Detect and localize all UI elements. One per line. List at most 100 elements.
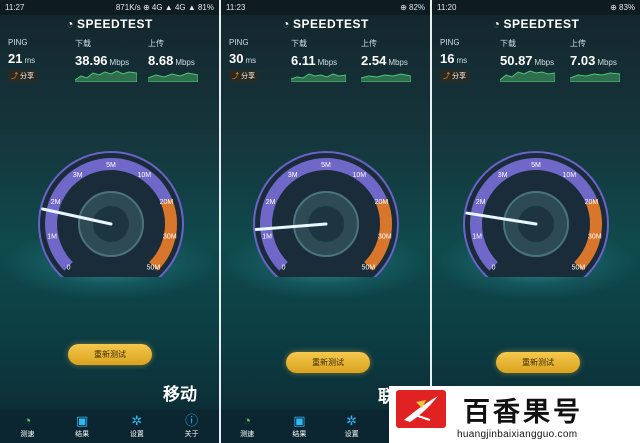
nav-speedtest[interactable]: ◔测速	[0, 410, 55, 443]
gauge-tick-label: 5M	[106, 162, 116, 169]
gauge-tick-label: 0	[492, 264, 496, 271]
gauge-icon: ◔	[66, 17, 74, 31]
screen-panel-2: 11:23 ⊕ 82% ◔ SPEEDTEST PING 30 ms ⤴ 分享 下载 …	[221, 0, 430, 443]
download-metric: 下载 50.87 Mbps	[500, 39, 555, 68]
upload-value: 7.03	[570, 53, 596, 68]
nav-about[interactable]: ⓘ关于	[164, 410, 219, 443]
gauge-tick-label: 5M	[321, 162, 331, 169]
folder-icon: ▣	[75, 413, 89, 428]
gauge-tick-label: 50M	[147, 264, 161, 271]
app-logo: ◔ SPEEDTEST	[492, 17, 580, 31]
ping-metric: PING 16 ms	[440, 38, 468, 66]
retest-button[interactable]: 重新测试	[496, 352, 580, 373]
ping-value: 21	[8, 51, 23, 66]
watermark-title: 百香果号	[463, 397, 583, 428]
ping-metric: PING 21 ms	[8, 38, 36, 66]
gauge-tick-label: 1M	[472, 234, 482, 241]
carrier-label: 移动	[163, 385, 197, 404]
share-icon: ⤴	[11, 73, 18, 80]
speed-gauge: 0 1M 2M 3M 5M 10M 20M 30M 50M	[463, 151, 609, 277]
ping-metric: PING 30 ms	[229, 38, 257, 66]
gauge-tick-label: 50M	[362, 264, 376, 271]
download-sparkline	[291, 73, 346, 82]
gauge-tick-label: 2M	[51, 199, 61, 206]
info-icon: ⓘ	[185, 413, 199, 428]
gauge-tick-label: 10M	[353, 172, 367, 179]
download-metric: 下载 38.96 Mbps	[75, 39, 130, 68]
status-time: 11:23	[226, 3, 246, 12]
download-label: 下载	[500, 39, 516, 48]
screen-panel-1: 11:27 871K/s ⊕ 4G ▲ 4G ▲ 81% ◔ SPEEDTEST …	[0, 0, 219, 443]
gauge-tick-label: 30M	[163, 234, 177, 241]
retest-button[interactable]: 重新测试	[68, 344, 152, 365]
download-sparkline	[500, 70, 555, 82]
speedometer-icon: ◔	[23, 413, 32, 428]
ping-value: 30	[229, 51, 244, 66]
upload-label: 上传	[361, 39, 377, 48]
gauge-tick-label: 20M	[585, 199, 599, 206]
download-label: 下载	[291, 39, 307, 48]
gauge-tick-label: 3M	[73, 172, 83, 179]
upload-metric: 上传 8.68 Mbps	[148, 39, 195, 68]
download-value: 6.11	[291, 53, 316, 68]
folder-icon: ▣	[293, 413, 306, 428]
watermark-logo	[396, 390, 446, 428]
speedometer-icon: ◔	[243, 413, 252, 428]
download-label: 下载	[75, 39, 91, 48]
gauge-icon: ◔	[282, 17, 290, 31]
upload-label: 上传	[570, 39, 586, 48]
watermark-url: huangjinbaixiangguo.com	[457, 429, 578, 440]
upload-metric: 上传 2.54 Mbps	[361, 39, 408, 68]
share-button[interactable]: ⤴ 分享	[440, 70, 469, 82]
share-icon: ⤴	[232, 73, 239, 80]
ping-value: 16	[440, 51, 455, 66]
download-value: 50.87	[500, 53, 533, 68]
retest-button[interactable]: 重新测试	[286, 352, 370, 373]
nav-results[interactable]: ▣结果	[55, 410, 110, 443]
gauge-tick-label: 20M	[160, 199, 174, 206]
gauge-tick-label: 3M	[498, 172, 508, 179]
screen-panel-3: 11:20 ⊕ 83% ◔ SPEEDTEST PING 16 ms ⤴ 分享 下载 …	[432, 0, 640, 443]
upload-value: 8.68	[148, 53, 174, 68]
app-logo: ◔ SPEEDTEST	[66, 17, 153, 31]
gauge-tick-label: 20M	[375, 199, 389, 206]
gauge-tick-label: 0	[282, 264, 286, 271]
nav-results[interactable]: ▣结果	[273, 410, 325, 443]
nav-speedtest[interactable]: ◔测速	[221, 410, 273, 443]
ping-label: PING	[8, 38, 28, 47]
status-indicators: 871K/s ⊕ 4G ▲ 4G ▲ 81%	[115, 3, 214, 12]
gauge-tick-label: 30M	[588, 234, 602, 241]
share-icon: ⤴	[443, 73, 450, 80]
gear-icon: ✲	[131, 413, 143, 428]
upload-sparkline	[361, 73, 411, 82]
status-bar: 11:23 ⊕ 82%	[221, 0, 430, 15]
upload-value: 2.54	[361, 53, 387, 68]
bottom-nav: ◔测速 ▣结果 ✲设置 ⓘ关于	[0, 410, 219, 443]
share-button[interactable]: ⤴ 分享	[229, 70, 258, 82]
nav-settings[interactable]: ✲设置	[326, 410, 378, 443]
share-button[interactable]: ⤴ 分享	[8, 70, 37, 82]
gauge-tick-label: 2M	[476, 199, 486, 206]
gauge-tick-label: 30M	[378, 234, 392, 241]
gauge-tick-label: 5M	[531, 162, 541, 169]
download-value: 38.96	[75, 53, 108, 68]
gauge-tick-label: 50M	[572, 264, 586, 271]
status-indicators: ⊕ 82%	[400, 3, 425, 12]
gauge-icon: ◔	[492, 17, 501, 31]
watermark: 百香果号 huangjinbaixiangguo.com	[389, 386, 640, 443]
upload-metric: 上传 7.03 Mbps	[570, 39, 617, 68]
speed-gauge: 0 1M 2M 3M 5M 10M 20M 30M 50M	[253, 151, 399, 277]
ping-label: PING	[229, 38, 249, 47]
status-time: 11:20	[437, 3, 457, 12]
nav-settings[interactable]: ✲设置	[110, 410, 165, 443]
status-time: 11:27	[5, 3, 25, 12]
upload-sparkline	[570, 72, 620, 82]
speed-gauge: 0 1M 2M 3M 5M 10M 20M 30M 50M	[38, 151, 184, 277]
gauge-tick-label: 10M	[138, 172, 152, 179]
upload-sparkline	[148, 72, 198, 82]
gauge-tick-label: 3M	[288, 172, 298, 179]
ping-label: PING	[440, 38, 460, 47]
gauge-tick-label: 0	[67, 264, 71, 271]
status-bar: 11:27 871K/s ⊕ 4G ▲ 4G ▲ 81%	[0, 0, 219, 15]
download-metric: 下载 6.11 Mbps	[291, 39, 338, 68]
